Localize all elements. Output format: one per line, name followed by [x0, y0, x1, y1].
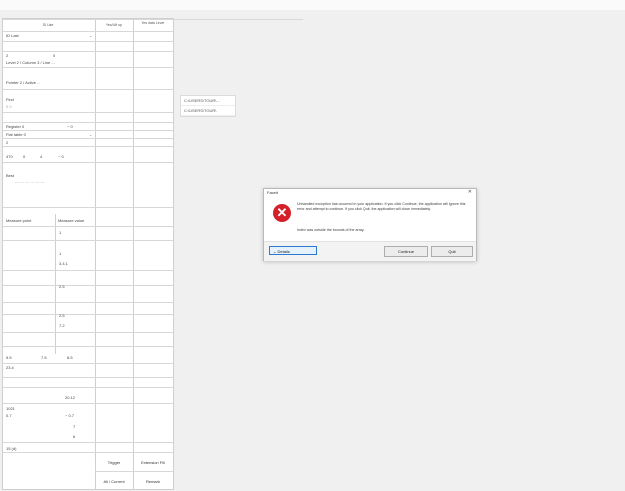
row-value-a[interactable]: 2 [6, 53, 8, 58]
header-id: ID Use [42, 23, 54, 27]
value-2[interactable]: 1 [59, 251, 61, 256]
total-6[interactable]: 6 [73, 434, 75, 439]
path-item[interactable]: C:\USERS\TOUR\... [181, 96, 235, 106]
value-1[interactable]: 1 [59, 230, 61, 235]
chevron-down-icon[interactable]: ⌄ [89, 33, 92, 38]
value-4[interactable]: 2.5 [59, 284, 65, 289]
row-470-d[interactable]: ~ 0 [58, 154, 64, 159]
quit-button[interactable]: Quit [431, 246, 473, 257]
row-line [3, 270, 173, 271]
details-button[interactable]: ⌄ Details [269, 246, 317, 255]
error-icon: ✕ [273, 204, 291, 222]
row-line [3, 226, 173, 227]
row-two[interactable]: 2 [6, 140, 8, 145]
top-strip [0, 0, 625, 10]
form-panel: ID Use Yes/Lift up Yes data Lever ID Las… [2, 18, 303, 490]
total-15[interactable]: 15 (d) [6, 446, 16, 451]
row-id-last[interactable]: ID Last [6, 33, 19, 38]
dialog-footer: ⌄ Details Continue Quit [264, 241, 476, 261]
remark-button[interactable]: Remark [135, 479, 171, 484]
row-line [3, 207, 173, 208]
header-lever: Yes data Lever [141, 21, 165, 25]
row-470-b[interactable]: 0 [23, 154, 25, 159]
total-07b[interactable]: ~ 0.7 [65, 413, 74, 418]
row-register[interactable]: Register 0 [6, 124, 24, 129]
continue-button[interactable]: Continue [384, 246, 428, 257]
total-1021[interactable]: 1021 [6, 406, 15, 411]
header-lift: Yes/Lift up [105, 23, 123, 27]
trigger-button[interactable]: Trigger [97, 460, 131, 465]
dialog-detail: Index was outside the bounds of the arra… [297, 228, 365, 232]
row-line [3, 452, 173, 453]
row-best-sub: — — — — — — [15, 179, 45, 184]
value-6[interactable]: 7.2 [59, 323, 65, 328]
path-item[interactable]: C:\USERS\TOUR\ [181, 106, 235, 116]
row-line [3, 122, 173, 123]
details-label: Details [277, 249, 290, 254]
row-line [3, 332, 173, 333]
dialog-message: Unhandled exception has occurred in your… [297, 202, 466, 211]
total-a[interactable]: 5.5 [6, 355, 12, 360]
path-list: C:\USERS\TOUR\... C:\USERS\TOUR\ [180, 95, 236, 117]
row-line [3, 51, 173, 52]
row-line [3, 89, 173, 90]
total-b[interactable]: 7.5 [41, 355, 47, 360]
row-line [3, 31, 173, 32]
row-find-sub: 0 0 [6, 104, 12, 109]
total-7[interactable]: 7 [73, 424, 75, 429]
dialog-title: Faceit [267, 190, 278, 195]
row-line [3, 240, 173, 241]
row-line [3, 363, 173, 364]
row-line [3, 285, 173, 286]
row-line [3, 442, 173, 443]
row-line [3, 41, 173, 42]
row-line [3, 162, 173, 163]
row-line [3, 403, 173, 404]
row-line [3, 302, 173, 303]
col-measure-point: Measure point [6, 218, 32, 223]
row-line [3, 146, 173, 147]
row-line [3, 314, 173, 315]
row-line [3, 138, 173, 139]
row-470-c[interactable]: 4 [40, 154, 42, 159]
extension-fill-button[interactable]: Extension Fill [135, 460, 171, 465]
value-5[interactable]: 2.5 [59, 313, 65, 318]
row-line [3, 112, 173, 113]
row-line [3, 130, 173, 131]
row-470[interactable]: 470 [6, 154, 13, 159]
row-line [3, 346, 173, 347]
row-line [3, 67, 173, 68]
row-register-b[interactable]: ~ 0 [67, 124, 73, 129]
total-07[interactable]: 0.7 [6, 413, 12, 418]
total-c[interactable]: 8.5 [67, 355, 73, 360]
value-3[interactable]: 3.4.1 [59, 261, 68, 266]
close-icon[interactable]: ✕ [468, 189, 472, 195]
row-line [3, 387, 173, 388]
col-measure-value: Measure value [58, 218, 85, 223]
row-line [95, 471, 173, 472]
all-current-button[interactable]: All / Current [97, 479, 131, 484]
chevron-down-icon[interactable]: ⌄ [89, 132, 92, 137]
total-23[interactable]: 23.4 [6, 365, 14, 370]
row-best[interactable]: Best [6, 173, 14, 178]
row-flat-table[interactable]: Flat table 0 [6, 132, 26, 137]
top-rule [3, 19, 303, 20]
total-20[interactable]: 20.12 [65, 395, 75, 400]
row-pointer[interactable]: Pointer 2 / Active ... [6, 80, 40, 85]
row-line [3, 377, 173, 378]
row-level[interactable]: Level 2 / Column 3 / Line ... [6, 60, 55, 65]
row-find[interactable]: Find [6, 97, 14, 102]
col-divider [55, 214, 56, 354]
row-value-b[interactable]: 0 [53, 53, 55, 58]
error-dialog: Faceit ✕ ✕ Unhandled exception has occur… [263, 188, 477, 261]
